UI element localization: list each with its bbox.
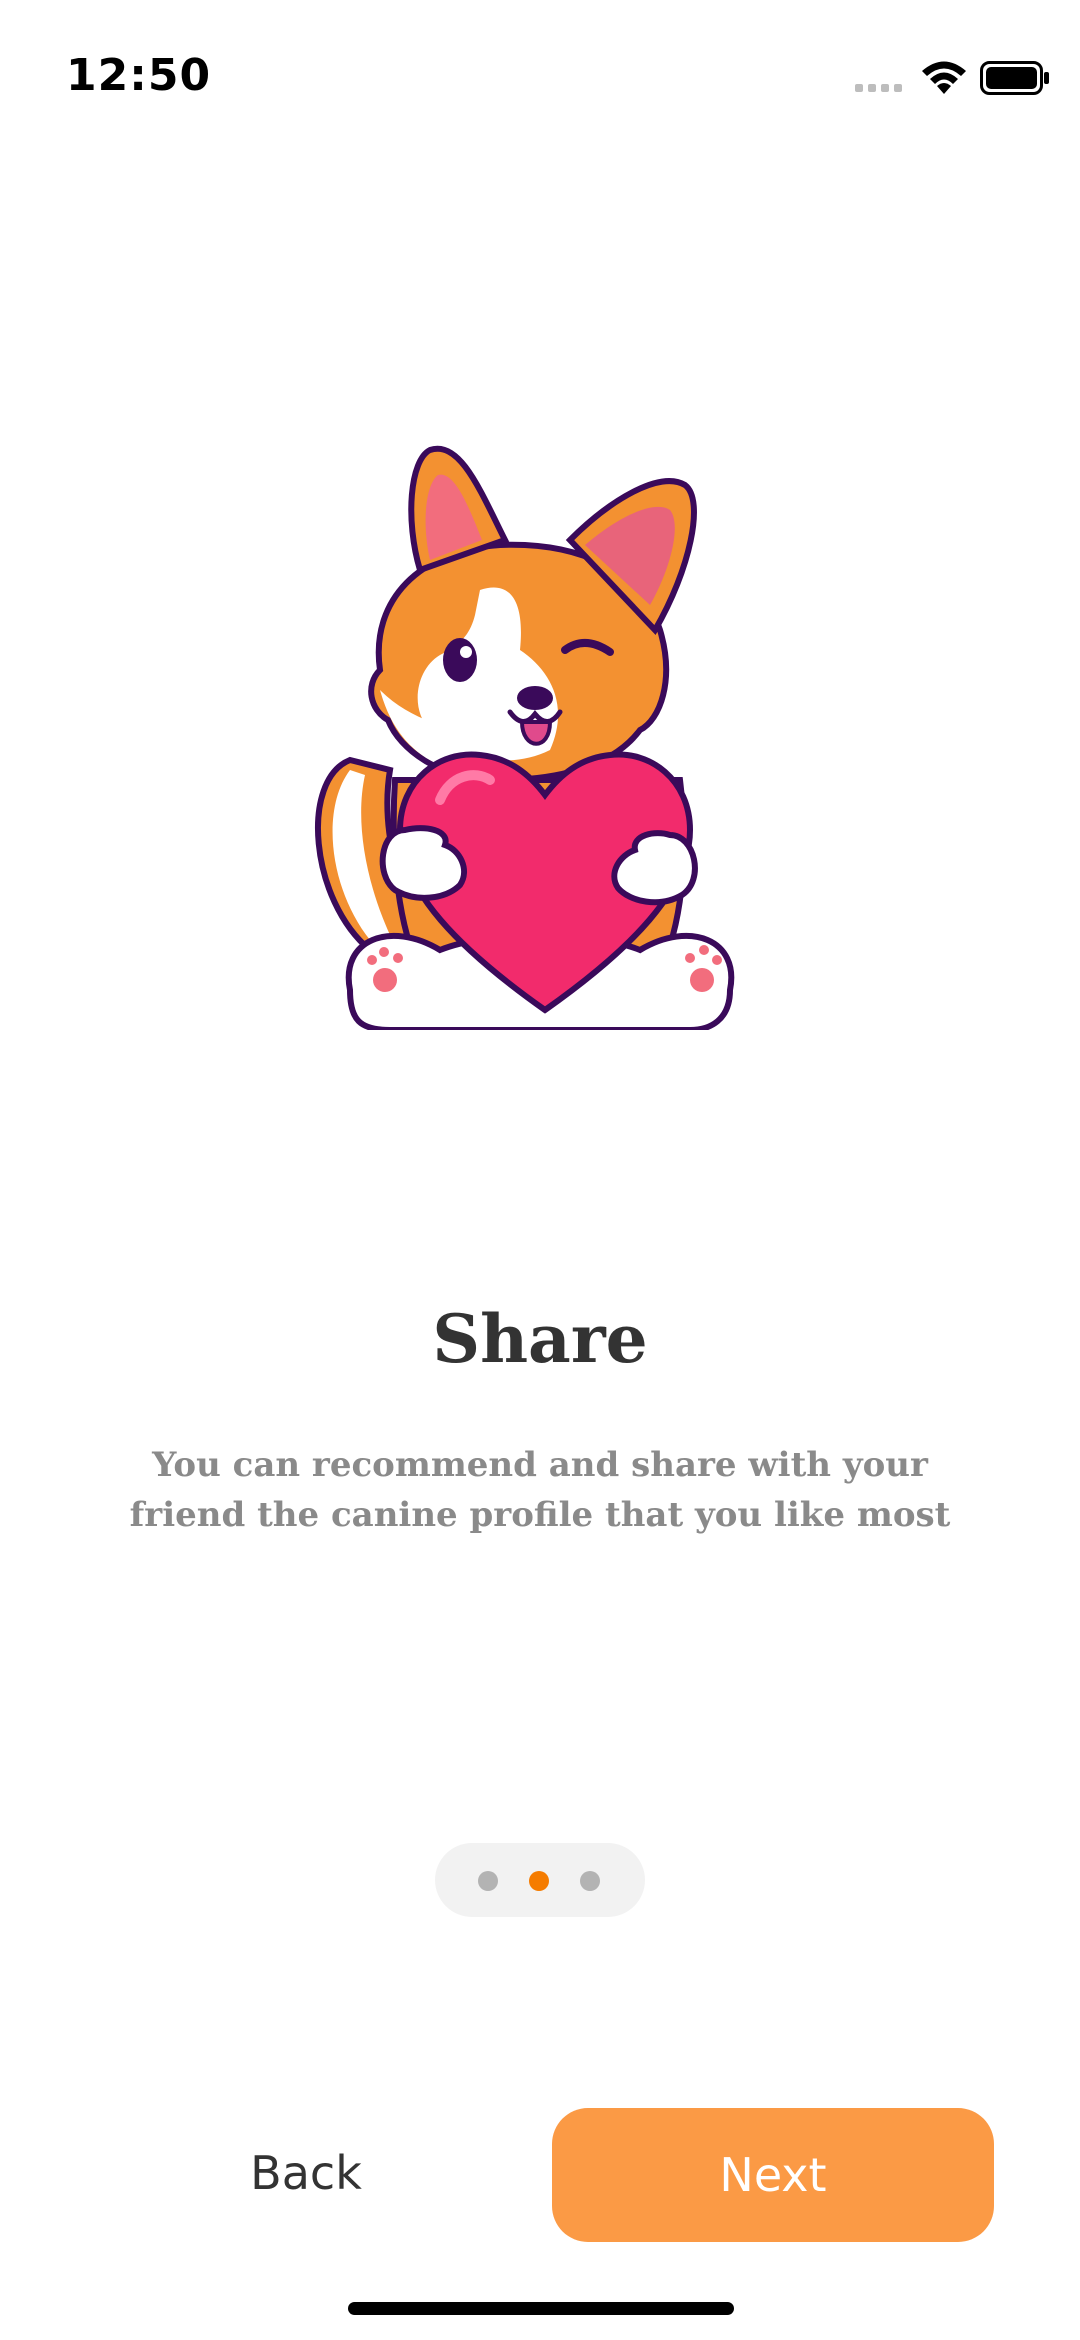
page-dot-1[interactable] bbox=[478, 1871, 498, 1891]
description-line-1: You can recommend and share with your bbox=[152, 1445, 928, 1485]
next-button[interactable]: Next bbox=[552, 2108, 994, 2242]
battery-icon bbox=[980, 61, 1049, 95]
corgi-holding-heart-illustration bbox=[314, 445, 735, 1030]
wifi-icon bbox=[922, 61, 966, 94]
description-line-2: friend the canine profile that you like … bbox=[129, 1495, 951, 1535]
page-description: You can recommend and share with your fr… bbox=[90, 1440, 990, 1540]
cellular-signal-icon bbox=[855, 84, 902, 92]
page-title: Share bbox=[432, 1300, 648, 1378]
page-dot-2-active[interactable] bbox=[529, 1871, 549, 1891]
page-indicator bbox=[435, 1843, 645, 1917]
back-button[interactable]: Back bbox=[156, 2108, 456, 2238]
status-time: 12:50 bbox=[66, 50, 212, 101]
status-bar: 12:50 bbox=[0, 0, 1080, 140]
home-indicator[interactable] bbox=[348, 2302, 734, 2315]
page-dot-3[interactable] bbox=[580, 1871, 600, 1891]
